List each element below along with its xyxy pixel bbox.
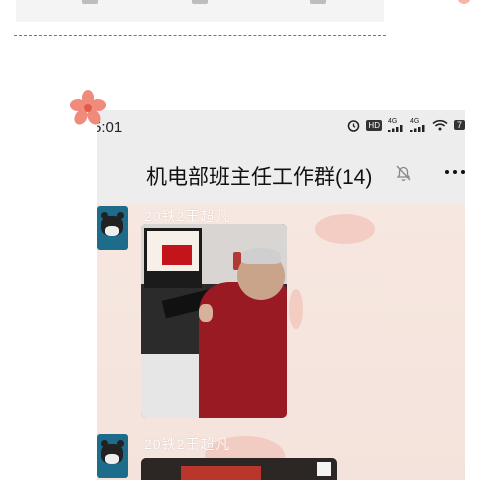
avatar[interactable] [97, 206, 128, 250]
avatar[interactable] [97, 434, 128, 478]
petal-decoration [289, 289, 303, 329]
sender-name: 20铁2王超凡 [144, 436, 231, 452]
wifi-icon [432, 119, 448, 131]
alarm-icon [347, 119, 360, 132]
network-label-2: 4G [409, 118, 420, 125]
sender-name: 20铁2王超凡 [144, 208, 231, 224]
signal-4g-icon: 4G [387, 118, 404, 132]
previous-card-icon [82, 0, 98, 4]
battery-label: 7 [453, 120, 465, 130]
more-dots-icon[interactable] [445, 170, 465, 174]
chat-header: 机电部班主任工作群(14) [97, 144, 465, 204]
bell-off-icon [395, 164, 412, 187]
chat-title: 机电部班主任工作群(14) [146, 166, 373, 189]
status-bar: 5:01 HD 4G 4G 7 [97, 110, 465, 144]
chat-messages: 20铁2王超凡 20铁2王超凡 [97, 204, 465, 480]
previous-card-icon [310, 0, 326, 4]
flower-decoration [70, 90, 106, 125]
phone-screenshot: 5:01 HD 4G 4G 7 机电部班主任工作群(14) 20铁2王超凡 20… [97, 110, 465, 480]
dashed-divider [14, 35, 386, 36]
network-label-1: 4G [387, 118, 398, 125]
previous-card-icon [192, 0, 208, 4]
previous-card [16, 0, 384, 22]
petal-decoration [458, 0, 470, 4]
status-icons: HD 4G 4G 7 [347, 118, 465, 132]
hd-voice-icon: HD [366, 119, 382, 131]
signal-4g-icon: 4G [409, 118, 426, 132]
image-message[interactable] [141, 458, 337, 480]
hd-label: HD [366, 119, 382, 131]
petal-decoration [315, 214, 375, 244]
battery-icon: 7 [453, 120, 465, 130]
image-message[interactable] [141, 224, 287, 418]
